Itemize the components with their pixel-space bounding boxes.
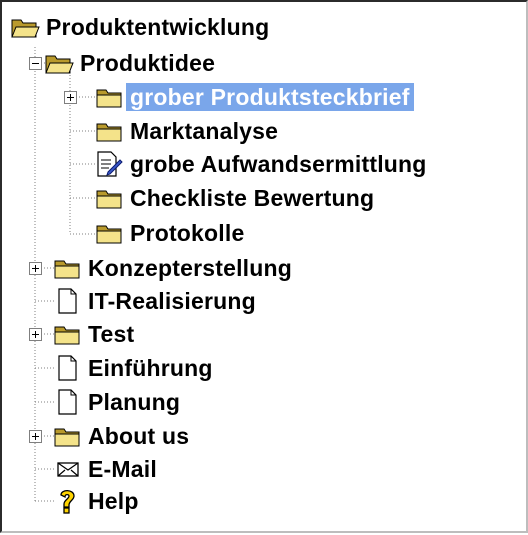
tree-item-label: Help [88, 487, 139, 514]
plus-box-icon [28, 429, 42, 443]
edit-document-icon [94, 150, 124, 178]
expand-konzepterstellung-button[interactable] [28, 261, 42, 275]
tree-item-label: Konzepterstellung [88, 254, 293, 281]
tree-item-protokolle[interactable]: Protokolle [94, 216, 248, 249]
tree-item-label-selected: grober Produktsteckbrief [126, 82, 414, 111]
tree-item-e-mail[interactable]: E-Mail [52, 452, 161, 485]
folder-closed-icon [52, 422, 82, 450]
tree-item-label: Test [88, 320, 135, 347]
tree-item-checkliste-bewertung[interactable]: Checkliste Bewertung [94, 181, 378, 214]
folder-closed-icon [52, 254, 82, 282]
folder-open-icon [44, 49, 74, 77]
tree-item-help[interactable]: Help [52, 484, 143, 517]
collapse-produktidee-button[interactable] [28, 56, 42, 70]
plus-box-icon [28, 327, 42, 341]
tree-item-test[interactable]: Test [52, 317, 138, 350]
document-icon [52, 354, 82, 382]
tree-item-label: Produktidee [80, 49, 216, 76]
tree-item-produktidee[interactable]: Produktidee [44, 46, 219, 79]
envelope-icon [52, 455, 82, 483]
tree-item-label: About us [88, 422, 190, 449]
tree-item-label: Checkliste Bewertung [130, 184, 375, 211]
tree-item-planung[interactable]: Planung [52, 385, 184, 418]
plus-box-icon [28, 261, 42, 275]
minus-box-icon [28, 56, 42, 70]
folder-closed-icon [94, 83, 124, 111]
tree-item-about-us[interactable]: About us [52, 419, 193, 452]
tree-item-it-realisierung[interactable]: IT-Realisierung [52, 284, 260, 317]
expand-test-button[interactable] [28, 327, 42, 341]
folder-closed-icon [94, 184, 124, 212]
tree-item-label: IT-Realisierung [88, 287, 256, 314]
folder-closed-icon [94, 219, 124, 247]
folder-closed-icon [52, 320, 82, 348]
folder-closed-icon [94, 117, 124, 145]
tree-item-einfuehrung[interactable]: Einführung [52, 351, 217, 384]
tree-item-grobe-aufwandsermittlung[interactable]: grobe Aufwandsermittlung [94, 147, 431, 180]
tree-item-label: Planung [88, 388, 181, 415]
tree-item-grober-produktsteckbrief[interactable]: grober Produktsteckbrief [94, 80, 414, 113]
tree-item-label: E-Mail [88, 455, 157, 482]
tree-item-produktentwicklung[interactable]: Produktentwicklung [10, 10, 273, 43]
tree-item-label: Einführung [88, 354, 213, 381]
navigation-tree-panel: Produktentwicklung Produktidee grober Pr… [0, 0, 528, 533]
help-icon [52, 487, 82, 515]
tree-item-marktanalyse[interactable]: Marktanalyse [94, 114, 282, 147]
folder-open-icon [10, 13, 40, 41]
tree-item-label: Produktentwicklung [46, 13, 270, 40]
expand-grober-produktsteckbrief-button[interactable] [63, 90, 77, 104]
tree-item-label: Protokolle [130, 219, 245, 246]
tree-item-label: grobe Aufwandsermittlung [130, 150, 427, 177]
document-icon [52, 388, 82, 416]
plus-box-icon [63, 90, 77, 104]
expand-about-us-button[interactable] [28, 429, 42, 443]
document-icon [52, 287, 82, 315]
tree-item-label: Marktanalyse [130, 117, 279, 144]
tree-item-konzepterstellung[interactable]: Konzepterstellung [52, 251, 296, 284]
